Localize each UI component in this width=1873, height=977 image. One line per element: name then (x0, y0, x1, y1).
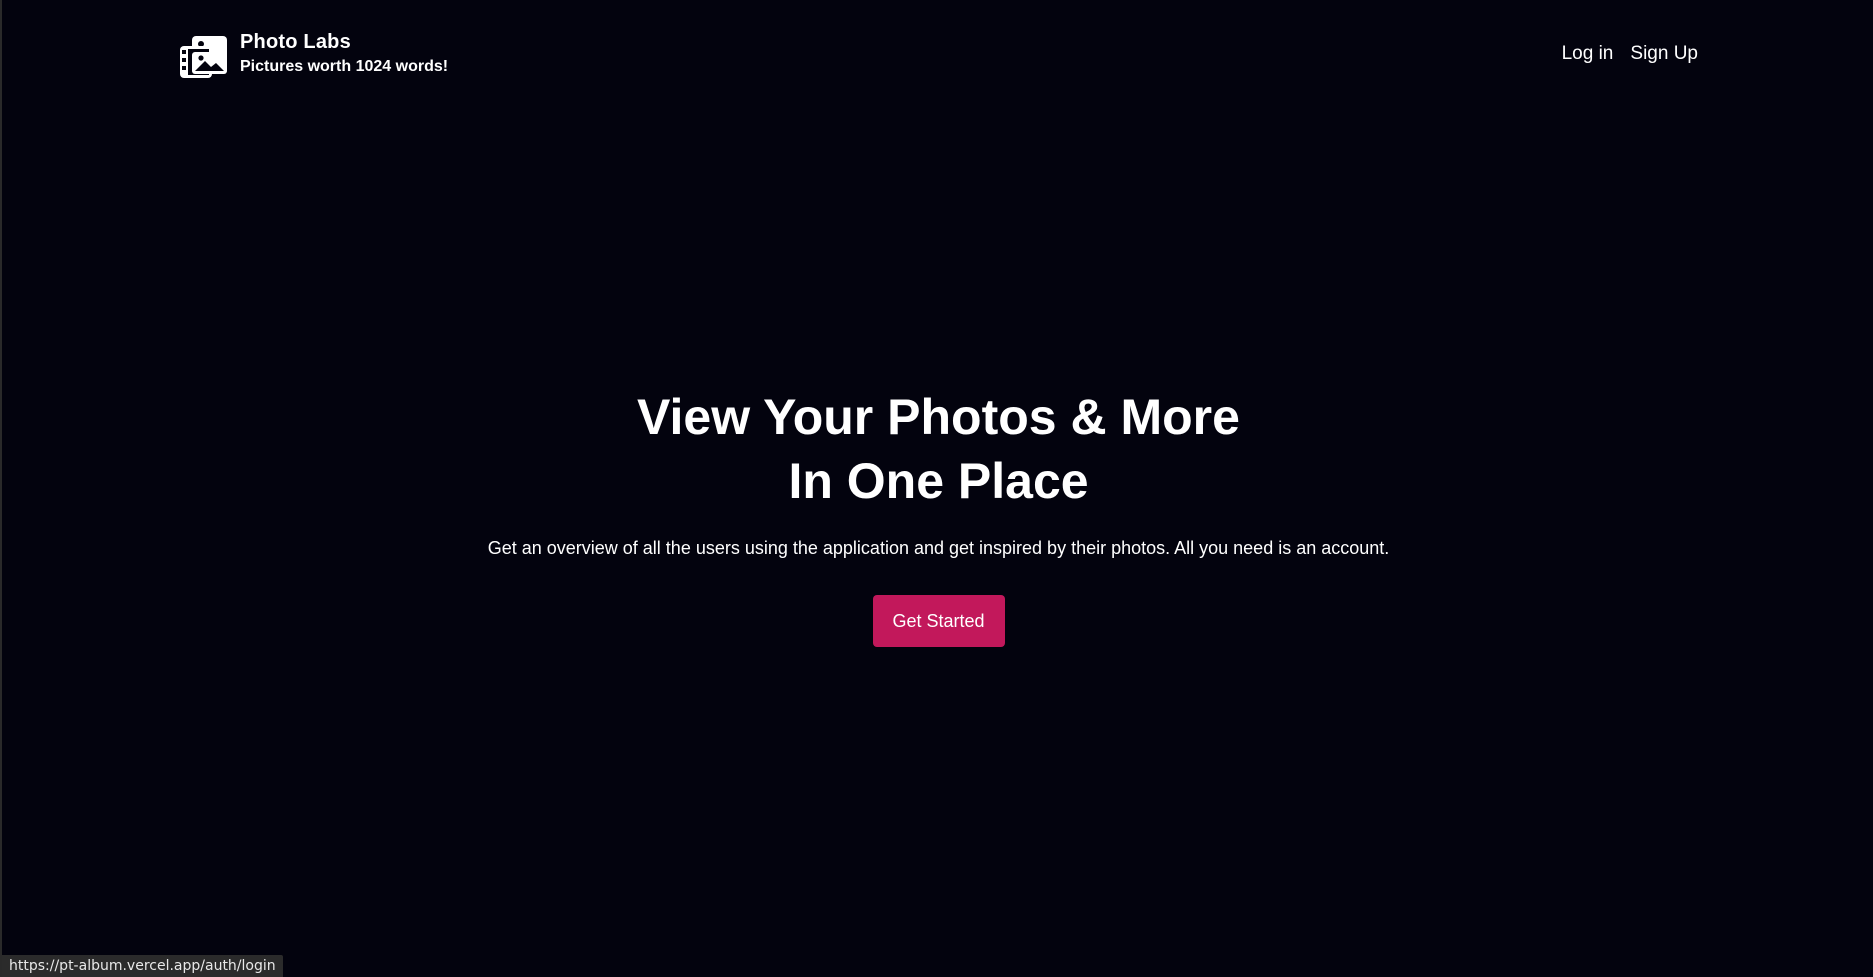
landing-page: Photo Labs Pictures worth 1024 words! Lo… (0, 0, 1873, 977)
brand-title: Photo Labs (240, 31, 351, 53)
hero-title: View Your Photos & More In One Place (2, 385, 1873, 513)
signup-link[interactable]: Sign Up (1630, 42, 1698, 66)
brand[interactable]: Photo Labs Pictures worth 1024 words! (179, 30, 448, 80)
hero-description: Get an overview of all the users using t… (487, 538, 1390, 558)
hero-title-line-2: In One Place (788, 453, 1089, 509)
brand-text: Photo Labs Pictures worth 1024 words! (240, 30, 448, 77)
hero-title-line-1: View Your Photos & More (637, 389, 1240, 445)
brand-subtitle: Pictures worth 1024 words! (240, 58, 449, 75)
login-link[interactable]: Log in (1562, 42, 1614, 66)
hero-section: View Your Photos & More In One Place Get… (2, 385, 1873, 647)
get-started-button[interactable]: Get Started (872, 595, 1005, 647)
status-bar-url: https://pt-album.vercel.app/auth/login (2, 955, 283, 977)
top-header: Photo Labs Pictures worth 1024 words! Lo… (2, 0, 1873, 110)
photo-album-icon (180, 36, 227, 78)
top-nav: Log in Sign Up (1562, 42, 1698, 66)
